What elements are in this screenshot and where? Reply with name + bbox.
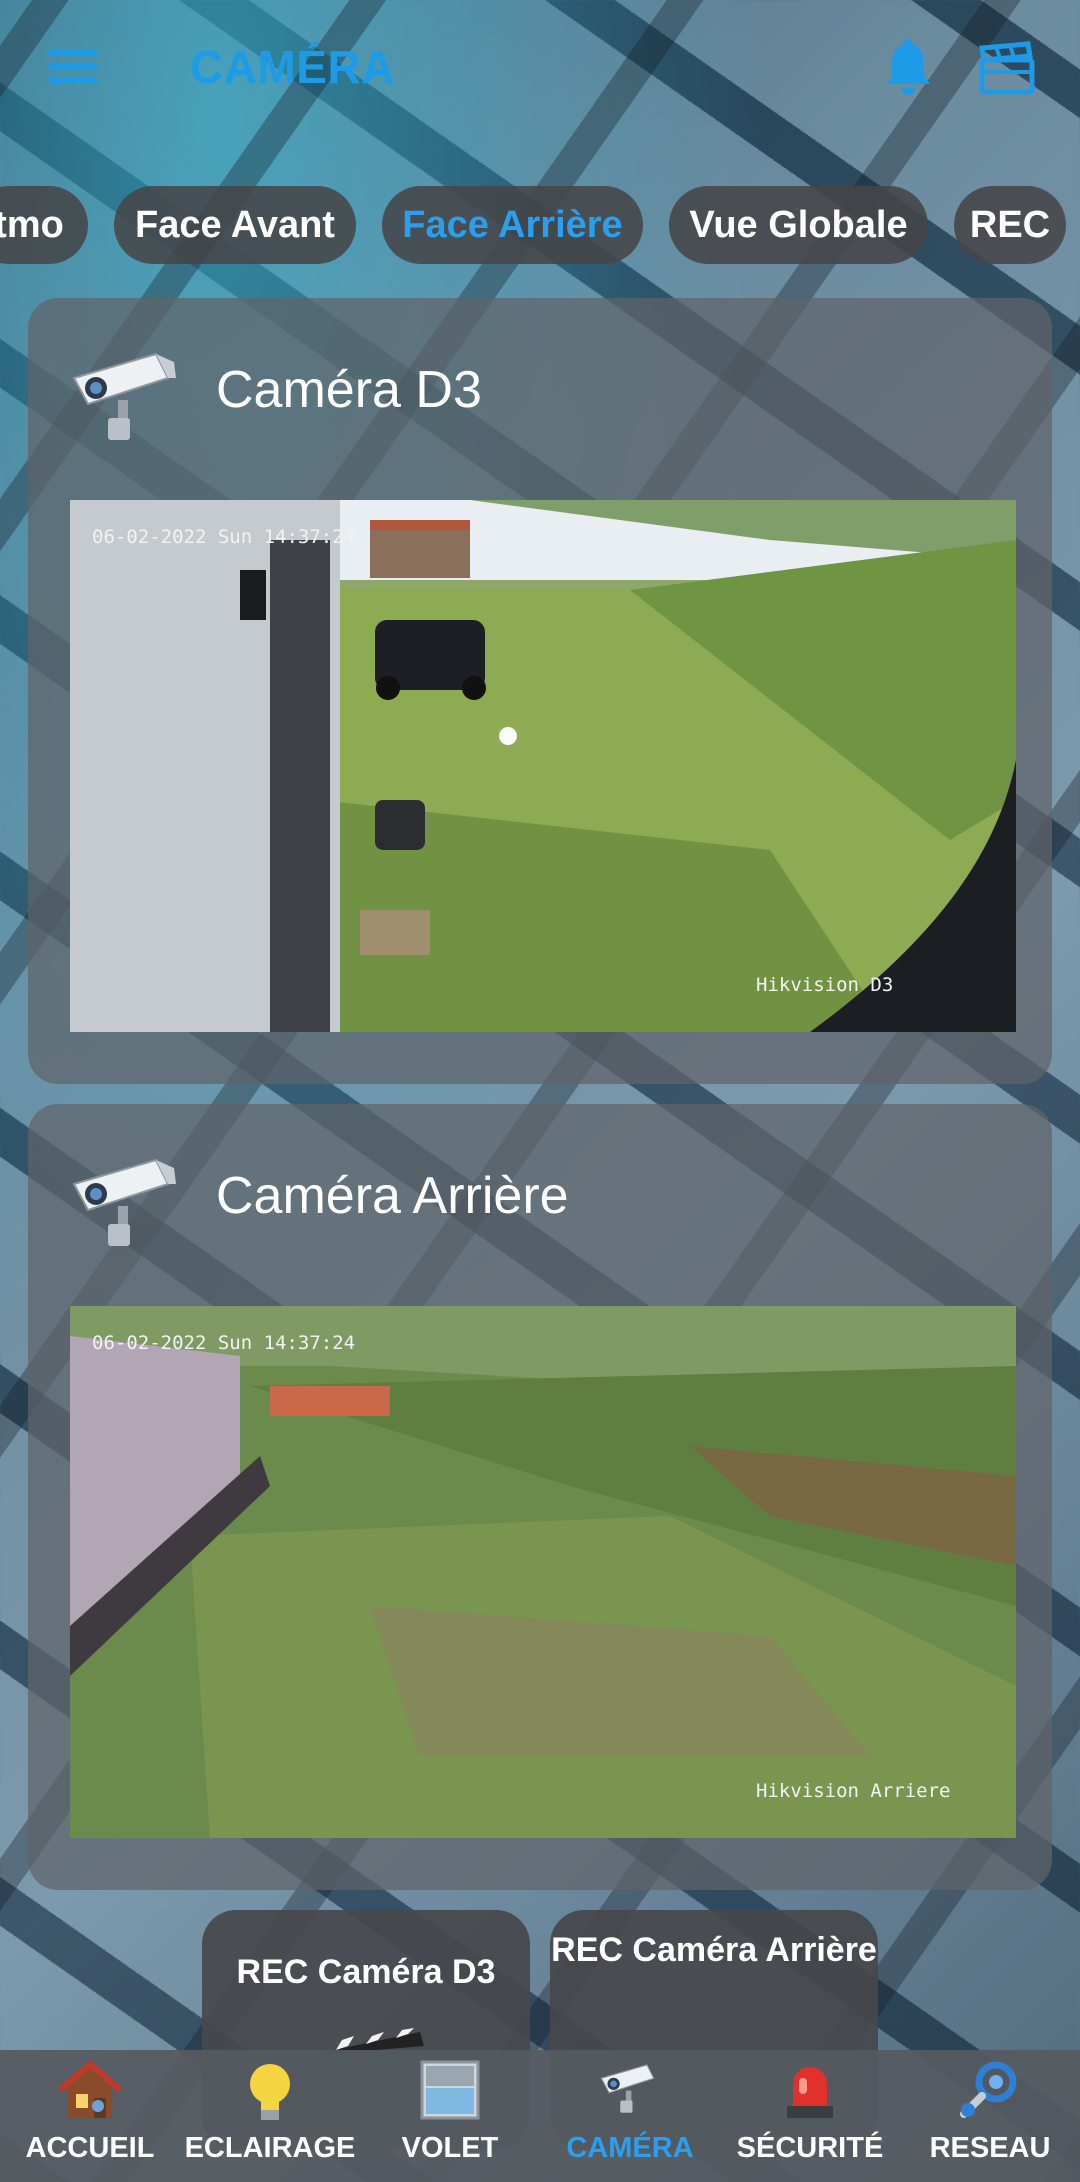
feed-timestamp: 06-02-2022 Sun 14:37:24 bbox=[92, 1332, 356, 1354]
tab-netatmo[interactable]: tmo bbox=[0, 186, 88, 264]
camera-title: Caméra D3 bbox=[216, 361, 482, 419]
tab-face-avant[interactable]: Face Avant bbox=[114, 186, 356, 264]
network-icon bbox=[960, 2061, 1017, 2118]
camera-card-arriere: Caméra Arrière 06-02-2022 Sun 14:37:24 H… bbox=[28, 1104, 1052, 1890]
house-icon bbox=[58, 2060, 122, 2118]
shutter-icon bbox=[420, 2060, 480, 2120]
nav-item-reseau[interactable]: RESEAU bbox=[900, 2050, 1080, 2182]
tab-vue-globale[interactable]: Vue Globale bbox=[669, 186, 928, 264]
cctv-camera-icon bbox=[600, 2064, 655, 2113]
page-title: CAMÉRA bbox=[190, 41, 395, 93]
clapperboard-icon[interactable] bbox=[978, 40, 1036, 96]
nav-item-securite[interactable]: SÉCURITÉ bbox=[720, 2050, 900, 2182]
siren-icon bbox=[787, 2067, 833, 2118]
camera-image bbox=[70, 500, 1016, 1032]
tab-rec[interactable]: REC bbox=[954, 186, 1066, 264]
feed-timestamp: 06-02-2022 Sun 14:37:24 bbox=[92, 526, 356, 548]
rec-button-label: REC Caméra Arrière bbox=[551, 1931, 877, 1969]
bell-icon[interactable] bbox=[880, 38, 936, 98]
camera-title: Caméra Arrière bbox=[216, 1167, 569, 1225]
nav-label: RESEAU bbox=[929, 2132, 1051, 2164]
nav-item-camera[interactable]: CAMÉRA bbox=[540, 2050, 720, 2182]
feed-camera-name: Hikvision D3 bbox=[756, 974, 894, 996]
camera-card-d3: Caméra D3 06-02-2022 Sun 14:37:24 Hikvis… bbox=[28, 298, 1052, 1084]
camera-feed-d3[interactable]: 06-02-2022 Sun 14:37:24 Hikvision D3 bbox=[70, 500, 1016, 1032]
bottom-navigation: ACCUEIL ECLAIRAGE VOLET CAMÉRA SÉCURITÉ … bbox=[0, 2050, 1080, 2182]
camera-feed-arriere[interactable]: 06-02-2022 Sun 14:37:24 Hikvision Arrier… bbox=[70, 1306, 1016, 1838]
nav-item-volet[interactable]: VOLET bbox=[360, 2050, 540, 2182]
nav-item-eclairage[interactable]: ECLAIRAGE bbox=[180, 2050, 360, 2182]
tab-face-arriere[interactable]: Face Arrière bbox=[382, 186, 643, 264]
lightbulb-icon bbox=[250, 2064, 290, 2120]
top-app-bar: CAMÉRA bbox=[0, 0, 1080, 140]
cctv-camera-icon bbox=[72, 352, 176, 440]
cctv-camera-icon bbox=[72, 1158, 176, 1246]
rec-button-label: REC Caméra D3 bbox=[236, 1953, 496, 1991]
menu-icon[interactable] bbox=[48, 50, 98, 86]
nav-item-accueil[interactable]: ACCUEIL bbox=[0, 2050, 180, 2182]
camera-tabs: tmo Face Avant Face Arrière Vue Globale … bbox=[0, 186, 1080, 266]
feed-camera-name: Hikvision Arriere bbox=[756, 1780, 951, 1802]
camera-image bbox=[70, 1306, 1016, 1838]
